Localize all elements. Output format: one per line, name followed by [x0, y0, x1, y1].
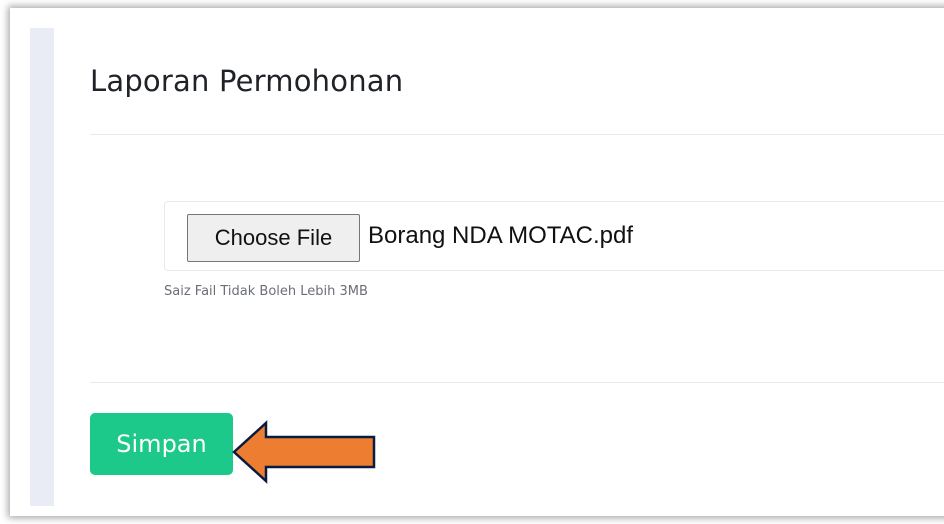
- footer-divider: [90, 382, 944, 383]
- sidebar-strip: [30, 28, 54, 506]
- save-button[interactable]: Simpan: [90, 413, 233, 475]
- arrow-left-icon: [232, 420, 376, 484]
- card-title: Laporan Permohonan: [90, 64, 404, 98]
- choose-file-button[interactable]: Choose File: [187, 214, 360, 262]
- title-divider: [90, 134, 944, 135]
- file-size-help-text: Saiz Fail Tidak Boleh Lebih 3MB: [164, 284, 368, 299]
- selected-file-name: Borang NDA MOTAC.pdf: [368, 222, 633, 249]
- arrow-left-shape: [232, 420, 376, 484]
